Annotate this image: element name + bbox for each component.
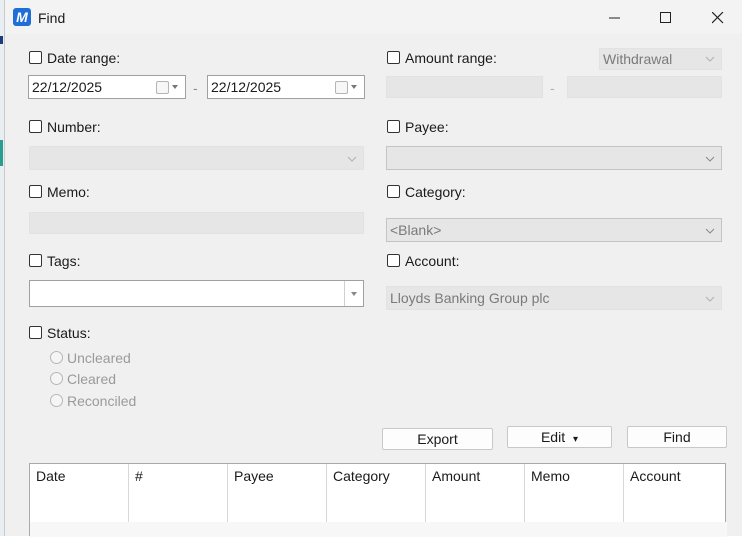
column-header-amount[interactable]: Amount (426, 464, 525, 522)
tags-label: Tags: (47, 253, 81, 269)
memo-field[interactable] (29, 212, 364, 234)
number-label: Number: (47, 119, 101, 135)
status-reconciled-label: Reconciled (67, 393, 137, 409)
maximize-icon (660, 12, 671, 23)
account-checkbox[interactable] (387, 254, 400, 267)
amount-max-field[interactable] (567, 76, 722, 98)
amount-min-field[interactable] (386, 76, 543, 98)
tags-field[interactable] (29, 280, 364, 307)
account-select[interactable]: Lloyds Banking Group plc (386, 286, 722, 310)
minimize-button[interactable] (592, 4, 638, 32)
category-label: Category: (405, 184, 466, 200)
minimize-icon (609, 17, 620, 19)
export-button-label: Export (417, 431, 458, 447)
amount-type-select[interactable]: Withdrawal (599, 48, 722, 70)
number-checkbox[interactable] (29, 120, 42, 133)
column-header-number[interactable]: # (129, 464, 228, 522)
chevron-down-icon (705, 228, 715, 234)
column-header-date[interactable]: Date (30, 464, 129, 522)
status-checkbox[interactable] (29, 326, 42, 339)
amount-type-value: Withdrawal (603, 51, 673, 67)
status-uncleared-label: Uncleared (67, 350, 131, 366)
amount-range-label: Amount range: (405, 50, 497, 66)
background-app-marker (0, 36, 3, 44)
close-button[interactable] (695, 4, 741, 32)
calendar-icon[interactable] (156, 81, 169, 94)
amount-range-separator: - (550, 80, 555, 96)
number-select[interactable] (29, 146, 364, 170)
category-checkbox[interactable] (387, 185, 400, 198)
date-from-field[interactable]: 22/12/2025 (28, 75, 186, 99)
app-logo-icon: M (13, 8, 31, 26)
category-value: <Blank> (390, 222, 442, 238)
amount-range-checkbox[interactable] (387, 51, 400, 64)
status-uncleared-radio[interactable] (50, 351, 63, 364)
status-cleared-label: Cleared (67, 371, 117, 387)
column-header-category[interactable]: Category (327, 464, 426, 522)
account-value: Lloyds Banking Group plc (390, 290, 550, 306)
chevron-down-icon (351, 292, 357, 296)
status-cleared-radio[interactable] (50, 372, 63, 385)
status-label: Status: (47, 325, 91, 341)
payee-select[interactable] (386, 146, 722, 170)
table-row[interactable] (30, 522, 727, 537)
category-select[interactable]: <Blank> (386, 218, 722, 242)
find-dialog: M Find Date range: 22/12/2025 - 22/12/20… (4, 0, 742, 537)
account-label: Account: (405, 253, 460, 269)
tags-checkbox[interactable] (29, 254, 42, 267)
chevron-down-icon (172, 85, 178, 89)
tags-dropdown-button[interactable] (344, 281, 363, 306)
maximize-button[interactable] (643, 4, 689, 32)
results-table[interactable]: Date # Payee Category Amount Memo Accoun… (29, 463, 727, 537)
memo-label: Memo: (47, 184, 90, 200)
window-title: Find (38, 10, 66, 26)
payee-label: Payee: (405, 119, 449, 135)
date-to-value: 22/12/2025 (211, 79, 282, 95)
date-range-separator: - (193, 80, 198, 96)
memo-checkbox[interactable] (29, 185, 42, 198)
chevron-down-icon (705, 56, 715, 62)
calendar-icon[interactable] (335, 81, 348, 94)
export-button[interactable]: Export (382, 428, 493, 450)
payee-checkbox[interactable] (387, 120, 400, 133)
chevron-down-icon (347, 156, 357, 162)
status-reconciled-radio[interactable] (50, 394, 63, 407)
column-header-memo[interactable]: Memo (525, 464, 624, 522)
column-header-account[interactable]: Account (624, 464, 725, 522)
background-app-accent (0, 140, 3, 166)
chevron-down-icon (705, 156, 715, 162)
edit-button[interactable]: Edit ▾ (507, 426, 612, 448)
date-range-checkbox[interactable] (29, 51, 42, 64)
title-bar[interactable]: M Find (5, 0, 742, 34)
date-range-label: Date range: (47, 50, 121, 66)
edit-dropdown-icon: ▾ (572, 434, 579, 445)
date-from-value: 22/12/2025 (32, 79, 103, 95)
close-icon (712, 12, 724, 24)
date-to-field[interactable]: 22/12/2025 (207, 75, 365, 99)
chevron-down-icon (705, 296, 715, 302)
column-header-payee[interactable]: Payee (228, 464, 327, 522)
find-button[interactable]: Find (627, 426, 727, 448)
chevron-down-icon (351, 85, 357, 89)
find-button-label: Find (663, 429, 691, 445)
edit-button-label: Edit (540, 429, 566, 445)
